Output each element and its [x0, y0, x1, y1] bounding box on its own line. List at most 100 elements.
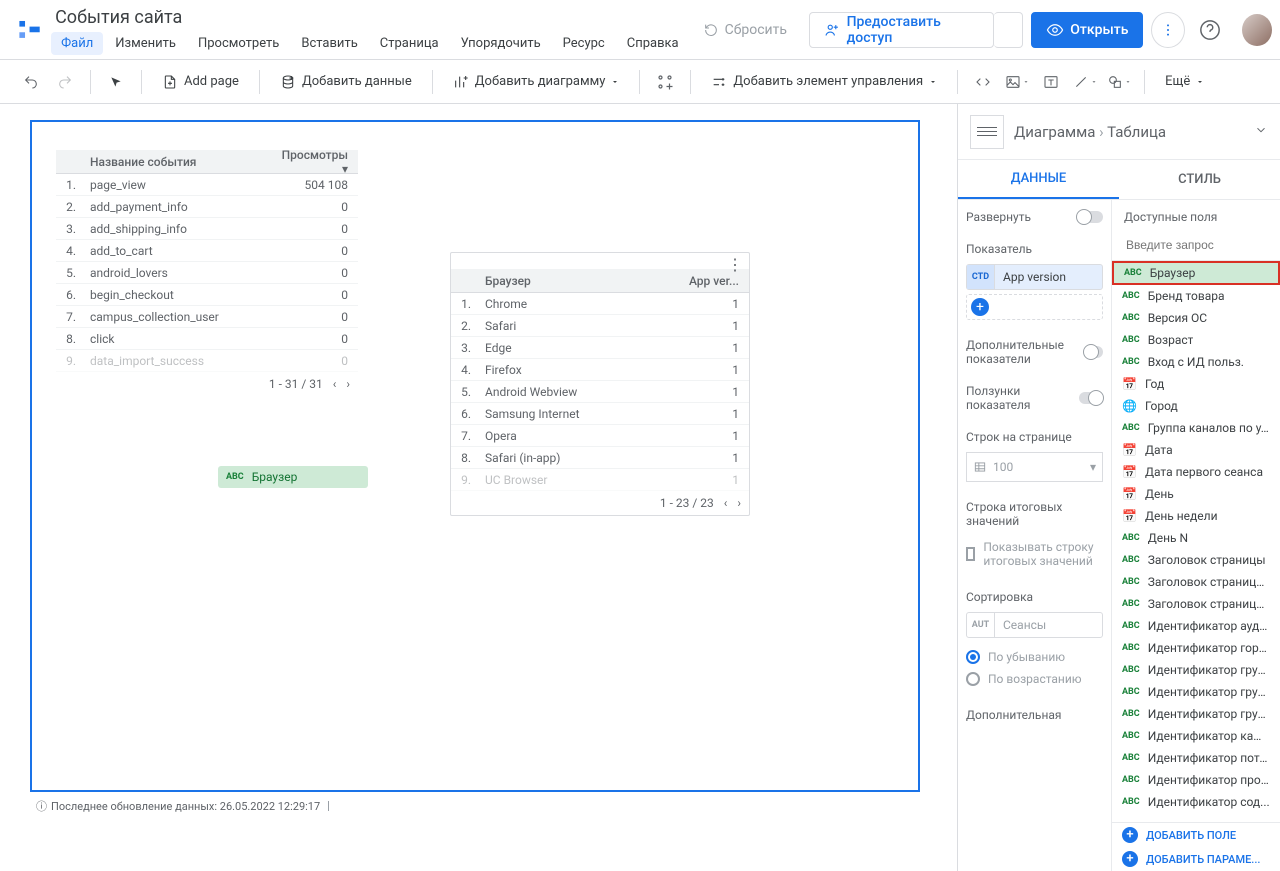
table-row[interactable]: 6.begin_checkout0 — [56, 284, 358, 306]
table-row[interactable]: 2.Safari1 — [451, 315, 749, 337]
field-item[interactable]: ABCИдентификатор груп... — [1112, 659, 1280, 681]
share-button[interactable]: Предоставить доступ — [809, 12, 994, 48]
community-viz-icon[interactable] — [650, 67, 680, 97]
undo-icon[interactable] — [16, 67, 46, 97]
field-item[interactable]: ABCБраузер — [1112, 261, 1280, 285]
field-item[interactable]: ABCИдентификатор груп... — [1112, 703, 1280, 725]
embed-icon[interactable] — [968, 67, 998, 97]
selection-tool-icon[interactable] — [101, 67, 131, 97]
fields-search[interactable] — [1112, 230, 1280, 261]
field-item[interactable]: 📅День недели — [1112, 505, 1280, 527]
help-icon[interactable] — [1193, 12, 1226, 48]
menu-item[interactable]: Вставить — [291, 32, 367, 55]
table-row[interactable]: 7.Opera1 — [451, 425, 749, 447]
field-drag-chip[interactable]: ABC Браузер — [218, 466, 368, 488]
menu-item[interactable]: Изменить — [105, 32, 186, 55]
field-item[interactable]: ABCЗаголовок страницы... — [1112, 593, 1280, 615]
field-item[interactable]: ABCВерсия ОС — [1112, 307, 1280, 329]
table-row[interactable]: 3.add_shipping_info0 — [56, 218, 358, 240]
browser-table[interactable]: ⋮ Браузер App ver... 1.Chrome12.Safari13… — [450, 252, 750, 516]
table-row[interactable]: 8.Safari (in-app)1 — [451, 447, 749, 469]
prev-icon[interactable]: ‹ — [333, 377, 337, 391]
menu-item[interactable]: Просмотреть — [188, 32, 289, 55]
field-item[interactable]: ABCБренд товара — [1112, 285, 1280, 307]
fields-search-input[interactable] — [1122, 234, 1280, 256]
share-dropdown[interactable] — [994, 12, 1023, 48]
show-totals-checkbox[interactable]: Показывать строку итоговых значений — [966, 536, 1103, 572]
table-row[interactable]: 6.Samsung Internet1 — [451, 403, 749, 425]
field-item[interactable]: ABCИдентификатор сод... — [1112, 791, 1280, 813]
table-row[interactable]: 2.add_payment_info0 — [56, 196, 358, 218]
add-control-button[interactable]: Добавить элемент управления — [701, 67, 947, 97]
field-item[interactable]: ABCИдентификатор ауди... — [1112, 615, 1280, 637]
table-row[interactable]: 3.Edge1 — [451, 337, 749, 359]
expand-panel-icon[interactable] — [1254, 123, 1268, 141]
canvas-area[interactable]: Название события Просмотры ▾ 1.page_view… — [0, 104, 957, 871]
field-list[interactable]: ABCБраузерABCБренд товараABCВерсия ОСABC… — [1112, 261, 1280, 822]
reset-button[interactable]: Сбросить — [689, 12, 801, 48]
menu-item[interactable]: Файл — [51, 32, 103, 55]
menu-item[interactable]: Упорядочить — [451, 32, 551, 55]
doc-title[interactable]: События сайта — [51, 5, 689, 30]
field-item[interactable]: ABCДень N — [1112, 527, 1280, 549]
table-row[interactable]: 7.campus_collection_user0 — [56, 306, 358, 328]
table-pager[interactable]: 1 - 23 / 23 ‹ › — [451, 491, 749, 515]
field-item[interactable]: 📅День — [1112, 483, 1280, 505]
table-row[interactable]: 9.UC Browser1 — [451, 469, 749, 491]
events-table[interactable]: Название события Просмотры ▾ 1.page_view… — [56, 150, 358, 396]
field-item[interactable]: ABCИдентификатор кам... — [1112, 725, 1280, 747]
app-logo[interactable] — [16, 16, 43, 44]
metric-chip[interactable]: CTD App version — [966, 264, 1103, 290]
toolbar-more-button[interactable]: Ещё — [1155, 67, 1214, 97]
metric-sliders-toggle[interactable]: Ползунки показателя — [966, 384, 1103, 412]
add-parameter-button[interactable]: +ДОБАВИТЬ ПАРАМЕ... — [1112, 847, 1280, 871]
field-item[interactable]: ABCИдентификатор горо... — [1112, 637, 1280, 659]
field-item[interactable]: ABCЗаголовок страницы... — [1112, 571, 1280, 593]
menu-item[interactable]: Справка — [617, 32, 689, 55]
rows-per-page-select[interactable]: 100 ▾ — [966, 452, 1103, 482]
table-row[interactable]: 5.android_lovers0 — [56, 262, 358, 284]
add-field-button[interactable]: +ДОБАВИТЬ ПОЛЕ — [1112, 823, 1280, 847]
next-icon[interactable]: › — [346, 377, 350, 391]
table-row[interactable]: 8.click0 — [56, 328, 358, 350]
table-row[interactable]: 4.Firefox1 — [451, 359, 749, 381]
add-metric-button[interactable]: + — [966, 294, 1103, 320]
field-item[interactable]: ABCВозраст — [1112, 329, 1280, 351]
sort-asc-radio[interactable]: По возрастанию — [966, 668, 1103, 690]
field-item[interactable]: ABCЗаголовок страницы — [1112, 549, 1280, 571]
col-header[interactable]: Просмотры ▾ — [278, 148, 358, 176]
tab-data[interactable]: ДАННЫЕ — [958, 160, 1119, 199]
field-item[interactable]: 📅Дата — [1112, 439, 1280, 461]
field-item[interactable]: ABCГруппа каналов по у... — [1112, 417, 1280, 439]
redo-icon[interactable] — [50, 67, 80, 97]
shape-icon[interactable] — [1104, 67, 1134, 97]
field-item[interactable]: ABCИдентификатор груп... — [1112, 681, 1280, 703]
expand-toggle[interactable]: Развернуть — [966, 210, 1103, 224]
more-options-icon[interactable] — [1151, 12, 1185, 48]
sort-desc-radio[interactable]: По убыванию — [966, 646, 1103, 668]
sort-field-chip[interactable]: AUT Сеансы — [966, 612, 1103, 638]
field-item[interactable]: ABCВход с ИД польз. — [1112, 351, 1280, 373]
field-item[interactable]: 🌐Город — [1112, 395, 1280, 417]
line-icon[interactable] — [1070, 67, 1100, 97]
chart-type-icon[interactable] — [970, 115, 1004, 149]
table-row[interactable]: 1.page_view504 108 — [56, 174, 358, 196]
menu-item[interactable]: Ресурс — [553, 32, 615, 55]
report-canvas[interactable]: Название события Просмотры ▾ 1.page_view… — [30, 120, 920, 792]
table-menu-icon[interactable]: ⋮ — [727, 255, 743, 274]
menu-item[interactable]: Страница — [370, 32, 449, 55]
text-icon[interactable] — [1036, 67, 1066, 97]
add-chart-button[interactable]: Добавить диаграмму — [443, 67, 630, 97]
prev-icon[interactable]: ‹ — [724, 496, 728, 510]
next-icon[interactable]: › — [737, 496, 741, 510]
table-row[interactable]: 1.Chrome1 — [451, 293, 749, 315]
table-pager[interactable]: 1 - 31 / 31 ‹ › — [56, 372, 358, 396]
opt-metrics-toggle[interactable]: Дополнительные показатели — [966, 338, 1103, 366]
open-button[interactable]: Открыть — [1031, 12, 1143, 48]
tab-style[interactable]: СТИЛЬ — [1119, 160, 1280, 199]
table-row[interactable]: 5.Android Webview1 — [451, 381, 749, 403]
field-item[interactable]: ABCИдентификатор про... — [1112, 769, 1280, 791]
add-page-button[interactable]: Add page — [152, 67, 249, 97]
field-item[interactable]: ABCИдентификатор пото... — [1112, 747, 1280, 769]
table-row[interactable]: 4.add_to_cart0 — [56, 240, 358, 262]
